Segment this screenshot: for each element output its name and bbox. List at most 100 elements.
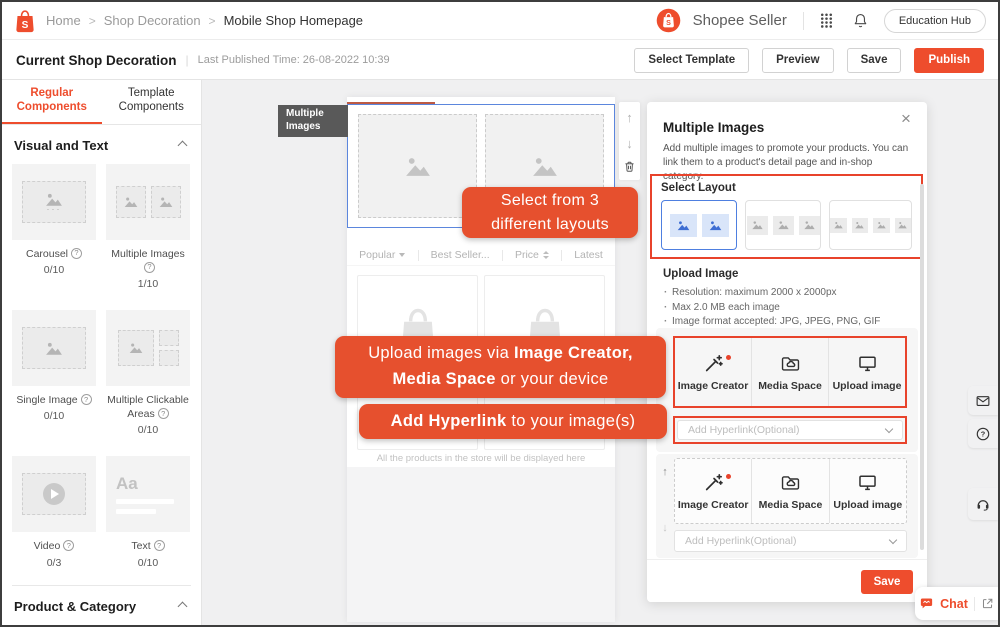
upload-rules: Resolution: maximum 2000 x 2000px Max 2.… <box>663 286 913 330</box>
components-sidebar: Regular Components Template Components V… <box>2 80 202 625</box>
move-up-icon[interactable] <box>626 109 633 127</box>
select-template-button[interactable]: Select Template <box>634 48 749 73</box>
image-creator-button[interactable]: Image Creator <box>675 338 751 406</box>
annotation-box-select-layout: Select Layout <box>650 174 923 259</box>
folder-cloud-icon <box>780 353 801 374</box>
products-caption: All the products in the store will be di… <box>347 453 615 464</box>
multiple-images-thumbnail <box>106 164 190 240</box>
layout-option-4-images[interactable] <box>829 200 912 250</box>
sort-divider <box>561 250 562 261</box>
component-count: 0/10 <box>12 410 96 422</box>
move-image-down-icon[interactable] <box>659 518 671 536</box>
help-icon[interactable] <box>71 248 82 259</box>
component-count: 0/10 <box>12 264 96 276</box>
help-center-button[interactable] <box>968 419 998 448</box>
sidebar-tabs: Regular Components Template Components <box>2 80 201 125</box>
section-title: Product & Category <box>14 599 136 614</box>
layout-option-2-images[interactable] <box>661 200 737 250</box>
delete-component-icon[interactable] <box>623 160 636 173</box>
text-aa-icon <box>116 474 138 494</box>
help-icon[interactable] <box>158 408 169 419</box>
sort-divider <box>418 250 419 261</box>
component-count: 0/10 <box>106 424 190 436</box>
layout-options <box>661 200 912 250</box>
component-item-carousel[interactable]: ··· Carousel 0/10 <box>12 164 96 276</box>
video-thumbnail <box>12 456 96 532</box>
media-space-button[interactable]: Media Space <box>751 459 828 523</box>
breadcrumb-current-page: Mobile Shop Homepage <box>224 13 363 28</box>
component-count: 1/10 <box>106 278 190 290</box>
annotation-box-upload-buttons: Image Creator Media Space Upload image <box>673 336 907 408</box>
multiple-images-settings-panel: Multiple Images Add multiple images to p… <box>647 102 927 602</box>
apps-grid-icon[interactable] <box>816 10 838 32</box>
close-icon[interactable] <box>901 112 915 126</box>
add-hyperlink-select[interactable]: Add Hyperlink(Optional) <box>674 530 907 552</box>
monitor-icon <box>857 353 878 374</box>
upload-image-label: Upload Image <box>663 268 738 280</box>
image-placeholder <box>358 114 477 218</box>
notification-dot <box>726 474 731 479</box>
component-item-text[interactable]: Text 0/10 <box>106 456 190 568</box>
magic-wand-icon <box>703 472 724 493</box>
action-bar: Current Shop Decoration | Last Published… <box>2 41 998 80</box>
upload-image-button[interactable]: Upload image <box>828 338 905 406</box>
component-item-video[interactable]: Video 0/3 <box>12 456 96 568</box>
help-icon[interactable] <box>144 262 155 273</box>
component-grid: ··· Carousel 0/10 Multiple Images 1/10 S… <box>2 164 201 569</box>
product-category-section-header[interactable]: Product & Category <box>2 586 201 625</box>
component-item-multiple-clickable-areas[interactable]: Multiple Clickable Areas 0/10 <box>106 310 190 436</box>
media-space-button[interactable]: Media Space <box>751 338 828 406</box>
education-hub-button[interactable]: Education Hub <box>884 9 986 33</box>
component-item-single-image[interactable]: Single Image 0/10 <box>12 310 96 422</box>
component-count: 0/10 <box>106 557 190 569</box>
notification-bell-icon[interactable] <box>850 10 872 32</box>
breadcrumb-shop-decoration[interactable]: Shop Decoration <box>104 13 201 28</box>
panel-save-button[interactable]: Save <box>861 570 913 594</box>
chevron-up-icon <box>178 140 188 150</box>
save-button[interactable]: Save <box>847 48 902 73</box>
breadcrumb-separator: > <box>89 14 96 28</box>
upload-block-2: Image Creator Media Space Upload image <box>656 454 918 558</box>
breadcrumb-home[interactable]: Home <box>46 13 81 28</box>
shopee-logo-icon[interactable] <box>14 9 36 33</box>
move-down-icon[interactable] <box>626 135 633 153</box>
tab-template-components[interactable]: Template Components <box>102 80 202 124</box>
panel-scrollbar[interactable] <box>920 184 924 550</box>
component-item-multiple-images[interactable]: Multiple Images 1/10 <box>106 164 190 290</box>
chat-bubble-icon <box>919 596 934 611</box>
play-icon <box>43 483 65 505</box>
tab-regular-components[interactable]: Regular Components <box>2 80 102 124</box>
add-hyperlink-select[interactable]: Add Hyperlink(Optional) <box>677 420 903 440</box>
panel-footer: Save <box>647 559 927 602</box>
feedback-mail-button[interactable] <box>968 386 998 415</box>
support-headset-button[interactable] <box>968 488 998 520</box>
visual-and-text-section-header[interactable]: Visual and Text <box>2 125 201 164</box>
publish-button[interactable]: Publish <box>914 48 984 73</box>
chevron-down-icon <box>889 535 897 543</box>
chat-widget[interactable]: Chat <box>915 587 998 620</box>
shopee-seller-logo-icon[interactable] <box>656 8 681 33</box>
help-icon[interactable] <box>81 394 92 405</box>
preview-button[interactable]: Preview <box>762 48 833 73</box>
component-count: 0/3 <box>12 557 96 569</box>
shopee-shop-decoration-screen: Home > Shop Decoration > Mobile Shop Hom… <box>0 0 1000 627</box>
upload-image-button[interactable]: Upload image <box>829 459 906 523</box>
monitor-icon <box>857 472 878 493</box>
image-creator-button[interactable]: Image Creator <box>675 459 751 523</box>
sort-latest: Latest <box>574 249 603 261</box>
open-in-new-icon[interactable] <box>981 597 994 610</box>
title-divider: | <box>186 53 189 67</box>
mail-icon <box>975 393 991 409</box>
layout-option-3-images[interactable] <box>745 200 821 250</box>
help-icon[interactable] <box>63 540 74 551</box>
move-image-up-icon[interactable] <box>659 462 671 480</box>
chevron-down-icon <box>885 424 893 432</box>
caret-down-icon <box>399 253 405 257</box>
upload-dropzone: Image Creator Media Space Upload image <box>674 458 907 524</box>
last-published-time: Last Published Time: 26-08-2022 10:39 <box>198 54 390 66</box>
carousel-dots-icon: ··· <box>47 207 62 211</box>
headset-icon <box>975 496 991 512</box>
sort-best-seller: Best Seller... <box>431 249 490 261</box>
callout-select-layouts: Select from 3 different layouts <box>462 187 638 238</box>
help-icon[interactable] <box>154 540 165 551</box>
